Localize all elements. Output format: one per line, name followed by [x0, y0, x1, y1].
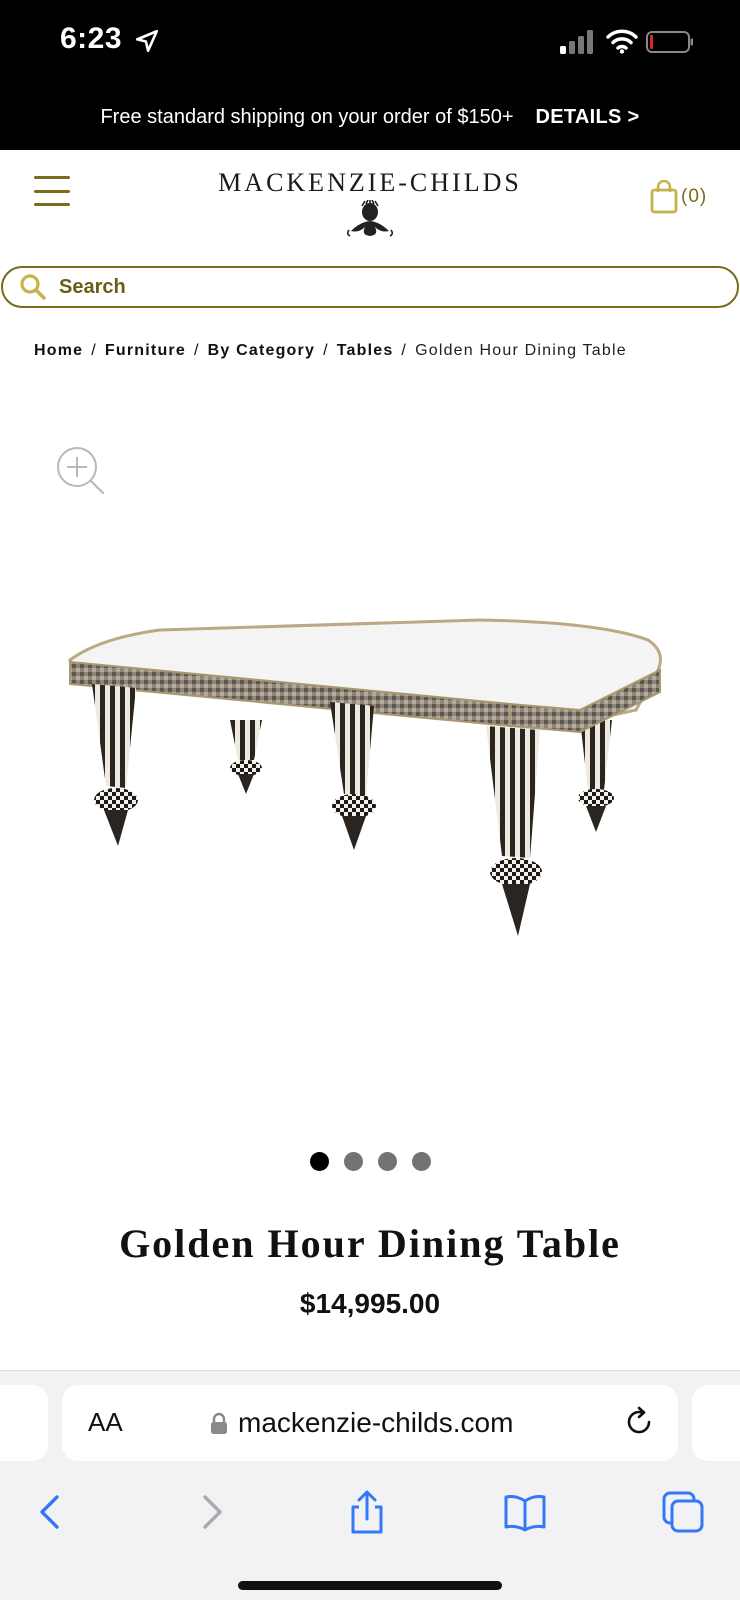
breadcrumb: Home / Furniture / By Category / Tables …: [34, 342, 627, 360]
share-icon[interactable]: [344, 1489, 390, 1535]
browser-toolbar: [0, 1479, 740, 1549]
search-input[interactable]: [59, 275, 659, 299]
zoom-in-icon[interactable]: [54, 444, 106, 496]
bookmarks-icon[interactable]: [502, 1489, 548, 1535]
product-price: $14,995.00: [299, 1288, 441, 1319]
breadcrumb-separator: /: [401, 342, 408, 359]
image-carousel-dots: [0, 1152, 740, 1171]
tabs-icon[interactable]: [660, 1489, 706, 1535]
browser-chrome: AA mackenzie-childs.com: [0, 1370, 740, 1600]
lock-icon: [211, 1412, 227, 1434]
product-title: Golden Hour Dining Table: [119, 1221, 621, 1266]
hamburger-icon[interactable]: [34, 176, 70, 206]
carousel-dot-4[interactable]: [411, 1152, 431, 1171]
text-size-button[interactable]: AA: [88, 1407, 123, 1438]
breadcrumb-home[interactable]: Home: [34, 342, 83, 360]
carousel-dot-2[interactable]: [343, 1152, 363, 1171]
product-image[interactable]: [40, 600, 700, 980]
breadcrumb-furniture[interactable]: Furniture: [105, 342, 186, 360]
location-arrow-icon: [135, 29, 159, 53]
site-logo[interactable]: MACKENZIE-CHILDS: [190, 168, 550, 238]
promo-details-link[interactable]: DETAILS >: [536, 106, 640, 129]
breadcrumb-by-category[interactable]: By Category: [208, 342, 315, 360]
logo-text: MACKENZIE-CHILDS: [218, 168, 522, 197]
breadcrumb-tables[interactable]: Tables: [337, 342, 394, 360]
status-bar: 6:23: [0, 0, 740, 84]
carousel-dot-1[interactable]: [309, 1152, 329, 1171]
cart-button[interactable]: (0): [650, 180, 707, 214]
breadcrumb-separator: /: [91, 342, 97, 359]
home-indicator: [238, 1581, 502, 1590]
site-header: MACKENZIE-CHILDS (0): [0, 150, 740, 260]
cart-count: (0): [681, 186, 708, 207]
status-time: 6:23: [60, 22, 123, 55]
breadcrumb-separator: /: [193, 342, 200, 359]
previous-tab-preview[interactable]: [0, 1385, 48, 1461]
breadcrumb-separator: /: [323, 342, 329, 359]
carousel-dot-3[interactable]: [377, 1152, 397, 1171]
search-bar[interactable]: [1, 266, 739, 308]
shopping-bag-icon: [650, 180, 678, 214]
search-icon: [20, 274, 46, 300]
address-bar[interactable]: AA mackenzie-childs.com: [62, 1385, 678, 1461]
reload-icon[interactable]: [622, 1405, 656, 1439]
back-icon[interactable]: [28, 1489, 74, 1535]
signal-icon: [560, 30, 593, 54]
promo-banner: Free standard shipping on your order of …: [0, 84, 740, 150]
wifi-icon: [606, 29, 638, 54]
url-display[interactable]: mackenzie-childs.com: [210, 1407, 513, 1439]
url-text: mackenzie-childs.com: [238, 1407, 514, 1438]
forward-icon[interactable]: [188, 1489, 234, 1535]
thistle-icon: [346, 200, 394, 237]
next-tab-preview[interactable]: [692, 1385, 740, 1461]
promo-text: Free standard shipping on your order of …: [100, 105, 514, 128]
breadcrumb-current: Golden Hour Dining Table: [415, 342, 627, 359]
battery-icon: [646, 31, 693, 53]
